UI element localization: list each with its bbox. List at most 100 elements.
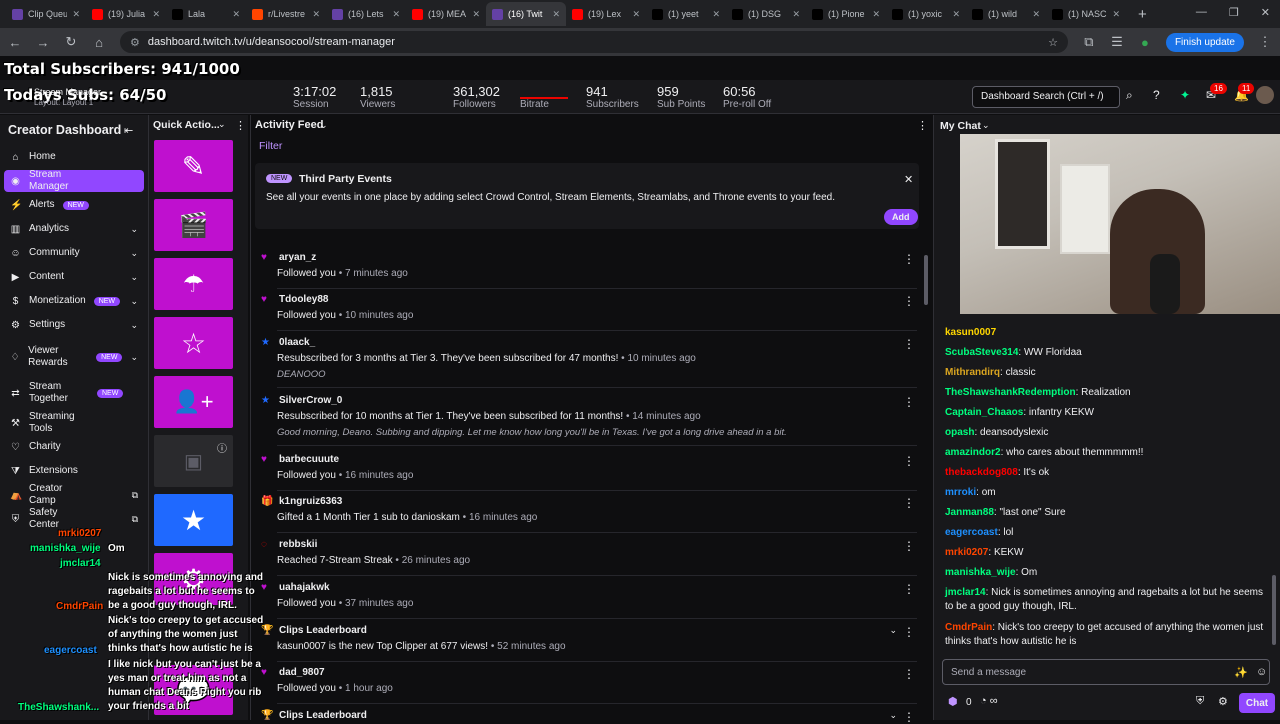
- event-username[interactable]: aryan_z: [279, 252, 316, 263]
- more-options-icon[interactable]: ⋮: [903, 539, 915, 553]
- sparkle-icon[interactable]: ✨: [1234, 666, 1248, 679]
- create-clip-button[interactable]: 🎬: [154, 199, 233, 251]
- filter-button[interactable]: Filter: [259, 140, 282, 152]
- close-tab-icon[interactable]: ✕: [872, 9, 880, 20]
- sidebar-item-viewer-rewards[interactable]: ♢ Viewer Rewards NEW ⌄: [4, 343, 144, 371]
- browser-tab[interactable]: Lala ✕: [166, 2, 246, 26]
- more-options-icon[interactable]: ⋮: [903, 625, 915, 639]
- browser-tab[interactable]: (16) Twit ✕: [486, 2, 566, 26]
- browser-tab[interactable]: (1) DSG ✕: [726, 2, 806, 26]
- chat-username[interactable]: CmdrPain: [945, 622, 992, 633]
- chevron-down-icon[interactable]: ⌄: [218, 119, 226, 130]
- bookmark-star-icon[interactable]: ☆: [1048, 36, 1058, 49]
- run-ad-button[interactable]: ★: [154, 494, 233, 546]
- info-icon[interactable]: ⓘ: [217, 440, 227, 455]
- event-username[interactable]: Clips Leaderboard: [279, 625, 367, 636]
- more-options-icon[interactable]: ⋮: [917, 119, 928, 132]
- sidebar-item-content[interactable]: ▶ Content ⌄: [4, 266, 144, 288]
- chat-username[interactable]: opash: [945, 427, 974, 438]
- site-info-icon[interactable]: ⚙: [130, 36, 140, 49]
- chevron-down-icon[interactable]: ⌄: [889, 625, 897, 636]
- sidebar-item-extensions[interactable]: ⧩ Extensions: [4, 460, 144, 482]
- more-options-icon[interactable]: ⋮: [903, 454, 915, 468]
- chat-username[interactable]: kasun0007: [945, 327, 996, 338]
- close-tab-icon[interactable]: ✕: [392, 9, 400, 20]
- sidebar-item-charity[interactable]: ♡ Charity: [4, 436, 144, 458]
- home-icon[interactable]: ⌂: [92, 35, 106, 50]
- browser-tab[interactable]: Clip Queue ✕: [6, 2, 86, 26]
- browser-tab[interactable]: (1) Pione ✕: [806, 2, 886, 26]
- chevron-down-icon[interactable]: ⌄: [320, 120, 328, 131]
- browser-tab[interactable]: (1) NASC ✕: [1046, 2, 1126, 26]
- chat-username[interactable]: eagercoast: [945, 527, 998, 538]
- browser-tab[interactable]: (19) Julia ✕: [86, 2, 166, 26]
- new-tab-button[interactable]: +: [1138, 6, 1147, 23]
- sidebar-item-alerts[interactable]: ⚡ Alerts NEW: [4, 194, 144, 216]
- close-tab-icon[interactable]: ✕: [232, 9, 240, 20]
- finish-update-button[interactable]: Finish update: [1165, 32, 1244, 52]
- browser-tab[interactable]: (1) wild ✕: [966, 2, 1046, 26]
- more-options-icon[interactable]: ⋮: [903, 496, 915, 510]
- event-username[interactable]: Clips Leaderboard: [279, 710, 367, 721]
- chat-username[interactable]: jmclar14: [945, 587, 986, 598]
- maximize-icon[interactable]: ❐: [1229, 6, 1239, 19]
- help-icon[interactable]: ?: [1153, 88, 1160, 102]
- dashboard-search-input[interactable]: Dashboard Search (Ctrl + /): [972, 86, 1120, 108]
- close-tab-icon[interactable]: ✕: [72, 9, 80, 20]
- more-options-icon[interactable]: ⋮: [903, 294, 915, 308]
- sidebar-item-home[interactable]: ⌂ Home: [4, 146, 144, 168]
- browser-tab[interactable]: (19) Lex ✕: [566, 2, 646, 26]
- sidebar-item-settings[interactable]: ⚙ Settings ⌄: [4, 314, 144, 336]
- shield-icon[interactable]: ⛨: [1196, 695, 1204, 708]
- chevron-down-icon[interactable]: ⌄: [889, 710, 897, 721]
- profile-icon[interactable]: ●: [1138, 35, 1152, 50]
- emote-picker-icon[interactable]: ☺: [1256, 666, 1267, 678]
- browser-tab[interactable]: (1) yeet ✕: [646, 2, 726, 26]
- search-icon[interactable]: ⌕: [1126, 88, 1133, 103]
- chat-username[interactable]: Janman88: [945, 507, 994, 518]
- minimize-icon[interactable]: —: [1196, 6, 1207, 19]
- event-username[interactable]: uahajakwk: [279, 582, 330, 593]
- event-username[interactable]: barbecuuute: [279, 454, 339, 465]
- event-username[interactable]: k1ngruiz6363: [279, 496, 342, 507]
- sparkle-icon[interactable]: ✦: [1180, 88, 1190, 102]
- extensions-icon[interactable]: ⧉: [1082, 34, 1096, 50]
- browser-tab[interactable]: (19) MEA ✕: [406, 2, 486, 26]
- reading-list-icon[interactable]: ☰: [1110, 34, 1124, 50]
- chat-username[interactable]: thebackdog808: [945, 467, 1018, 478]
- back-icon[interactable]: ←: [8, 35, 22, 50]
- send-message-input[interactable]: Send a message: [942, 659, 1270, 685]
- gear-icon[interactable]: ⚙: [1218, 695, 1228, 708]
- more-options-icon[interactable]: ⋮: [903, 337, 915, 351]
- close-icon[interactable]: ✕: [904, 173, 913, 186]
- close-tab-icon[interactable]: ✕: [712, 9, 720, 20]
- chat-username[interactable]: ScubaSteve314: [945, 347, 1018, 358]
- chat-username[interactable]: mrki0207: [945, 547, 988, 558]
- chat-username[interactable]: amazindor2: [945, 447, 1001, 458]
- close-tab-icon[interactable]: ✕: [1032, 9, 1040, 20]
- event-username[interactable]: 0laack_: [279, 337, 315, 348]
- channel-points-icon[interactable]: ⬢: [948, 695, 958, 708]
- raid-channel-button[interactable]: ☂: [154, 258, 233, 310]
- chevron-down-icon[interactable]: ⌄: [982, 120, 990, 131]
- prediction-icon[interactable]: ◔ ∞: [980, 695, 998, 707]
- sidebar-item-streaming-tools[interactable]: ⚒ Streaming Tools: [4, 411, 144, 434]
- close-tab-icon[interactable]: ✕: [792, 9, 800, 20]
- collapse-sidebar-icon[interactable]: ⇤: [124, 124, 133, 137]
- browser-tab[interactable]: (1) yoxic ✕: [886, 2, 966, 26]
- event-username[interactable]: rebbskii: [279, 539, 317, 550]
- event-username[interactable]: Tdooley88: [279, 294, 328, 305]
- browser-tab[interactable]: (16) Lets ✕: [326, 2, 406, 26]
- add-highlight-button[interactable]: ☆: [154, 317, 233, 369]
- close-tab-icon[interactable]: ✕: [552, 9, 560, 20]
- chat-username[interactable]: TheShawshankRedemption: [945, 387, 1076, 398]
- close-tab-icon[interactable]: ✕: [632, 9, 640, 20]
- sidebar-item-stream-manager[interactable]: ◉ Stream Manager: [4, 169, 144, 192]
- more-options-icon[interactable]: ⋮: [903, 710, 915, 724]
- close-tab-icon[interactable]: ✕: [152, 9, 160, 20]
- more-options-icon[interactable]: ⋮: [903, 667, 915, 681]
- event-username[interactable]: dad_9807: [279, 667, 325, 678]
- event-username[interactable]: SilverCrow_0: [279, 395, 342, 406]
- browser-menu-icon[interactable]: ⋮: [1258, 34, 1272, 50]
- sidebar-item-creator-camp[interactable]: ⛺ Creator Camp ⧉: [4, 483, 144, 506]
